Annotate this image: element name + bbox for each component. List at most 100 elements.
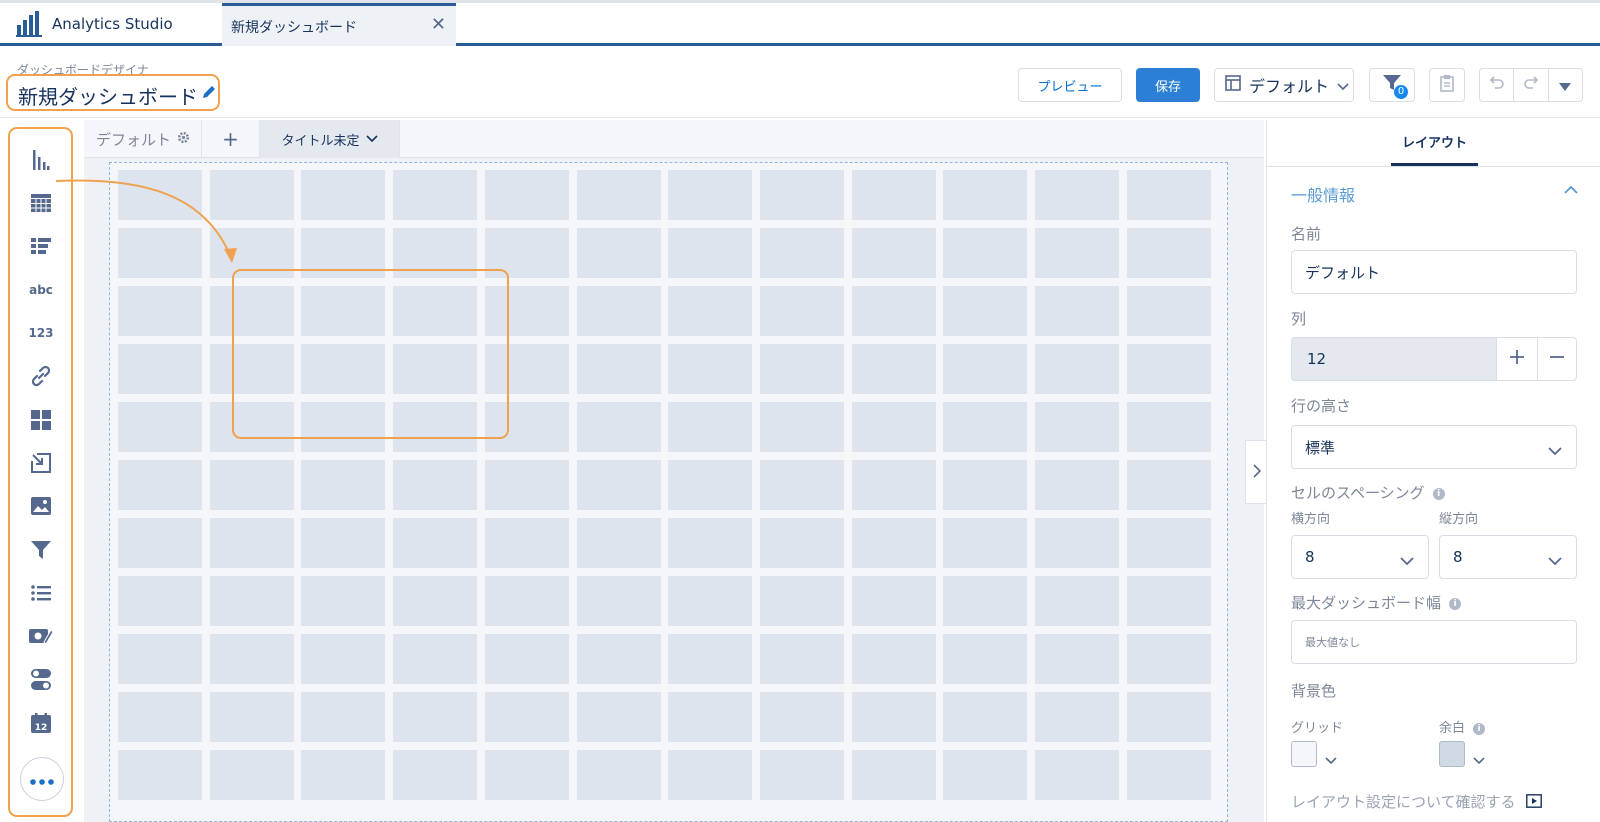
grid-cell[interactable] xyxy=(118,344,202,394)
grid-cell[interactable] xyxy=(1035,750,1119,800)
link-widget-icon[interactable] xyxy=(28,363,54,389)
grid-cell[interactable] xyxy=(576,750,661,800)
grid-cell[interactable] xyxy=(301,692,386,742)
grid-cell[interactable] xyxy=(1126,750,1211,800)
tab-new-dashboard[interactable]: 新規ダッシュボード ✕ xyxy=(222,3,456,46)
more-actions-button[interactable] xyxy=(1549,69,1582,101)
grid-cell[interactable] xyxy=(1126,170,1211,220)
tab-default-layout[interactable]: デフォルト xyxy=(84,120,202,158)
grid-cell[interactable] xyxy=(1126,692,1211,742)
text-widget-icon[interactable]: abc xyxy=(28,277,54,303)
grid-cell[interactable] xyxy=(209,634,294,684)
layout-help-link[interactable]: レイアウト設定について確認する xyxy=(1291,791,1543,812)
grid-cell[interactable] xyxy=(1035,692,1119,742)
info-icon[interactable]: i xyxy=(1432,487,1445,500)
grid-cell[interactable] xyxy=(851,402,936,452)
max-width-input[interactable]: 最大値なし xyxy=(1291,620,1577,664)
grid-cell[interactable] xyxy=(943,692,1028,742)
image-widget-icon[interactable] xyxy=(28,493,54,519)
grid-cell[interactable] xyxy=(576,692,661,742)
grid-cell[interactable] xyxy=(484,518,569,568)
list-selector-widget-icon[interactable] xyxy=(28,580,54,606)
grid-cell[interactable] xyxy=(668,228,753,278)
grid-cell[interactable] xyxy=(759,576,844,626)
grid-cell[interactable] xyxy=(393,576,478,626)
grid-cell[interactable] xyxy=(576,460,661,510)
grid-cell[interactable] xyxy=(393,460,478,510)
grid-cell[interactable] xyxy=(943,286,1028,336)
grid-cell[interactable] xyxy=(393,170,478,220)
chevron-up-icon[interactable] xyxy=(1564,180,1578,199)
grid-cell[interactable] xyxy=(943,170,1028,220)
grid-cell[interactable] xyxy=(851,518,936,568)
grid-cell[interactable] xyxy=(1035,344,1119,394)
info-icon[interactable]: i xyxy=(1449,597,1462,610)
grid-cell[interactable] xyxy=(301,576,386,626)
grid-cell[interactable] xyxy=(851,750,936,800)
grid-cell[interactable] xyxy=(209,518,294,568)
grid-cell[interactable] xyxy=(851,228,936,278)
grid-cell[interactable] xyxy=(1035,634,1119,684)
grid-cell[interactable] xyxy=(668,692,753,742)
grid-cell[interactable] xyxy=(118,750,202,800)
grid-cell[interactable] xyxy=(1126,344,1211,394)
grid-cell[interactable] xyxy=(759,286,844,336)
grid-cell[interactable] xyxy=(118,402,202,452)
grid-cell[interactable] xyxy=(668,170,753,220)
layout-select-button[interactable]: デフォルト xyxy=(1214,68,1354,102)
grid-cell[interactable] xyxy=(943,634,1028,684)
grid-cell[interactable] xyxy=(1126,402,1211,452)
grid-cell[interactable] xyxy=(759,750,844,800)
clipboard-button[interactable] xyxy=(1429,68,1465,102)
grid-color-swatch[interactable] xyxy=(1291,741,1317,767)
grid-cell[interactable] xyxy=(118,286,202,336)
container-widget-icon[interactable] xyxy=(28,407,54,433)
general-section-title[interactable]: 一般情報 xyxy=(1291,182,1355,206)
navigation-widget-icon[interactable] xyxy=(28,450,54,476)
grid-cell[interactable] xyxy=(851,286,936,336)
tab-layout[interactable]: レイアウト xyxy=(1391,120,1478,166)
grid-cell[interactable] xyxy=(1035,286,1119,336)
chevron-down-icon[interactable] xyxy=(1325,750,1337,769)
margin-color-swatch[interactable] xyxy=(1439,741,1465,767)
grid-cell[interactable] xyxy=(851,344,936,394)
grid-cell[interactable] xyxy=(484,692,569,742)
grid-cell[interactable] xyxy=(668,402,753,452)
grid-cell[interactable] xyxy=(943,750,1028,800)
grid-cell[interactable] xyxy=(576,170,661,220)
horizontal-spacing-select[interactable]: 8 xyxy=(1291,535,1429,579)
grid-cell[interactable] xyxy=(668,344,753,394)
filter-button[interactable]: 0 xyxy=(1369,68,1415,102)
grid-cell[interactable] xyxy=(943,344,1028,394)
grid-cell[interactable] xyxy=(759,228,844,278)
grid-cell[interactable] xyxy=(393,692,478,742)
grid-cell[interactable] xyxy=(759,692,844,742)
grid-cell[interactable] xyxy=(943,576,1028,626)
grid-cell[interactable] xyxy=(1035,518,1119,568)
redo-button[interactable] xyxy=(1514,69,1549,101)
grid-cell[interactable] xyxy=(301,170,386,220)
grid-cell[interactable] xyxy=(668,286,753,336)
grid-cell[interactable] xyxy=(1035,228,1119,278)
grid-cell[interactable] xyxy=(118,692,202,742)
grid-cell[interactable] xyxy=(209,692,294,742)
grid-cell[interactable] xyxy=(576,228,661,278)
grid-cell[interactable] xyxy=(1035,170,1119,220)
grid-cell[interactable] xyxy=(118,460,202,510)
grid-cell[interactable] xyxy=(484,576,569,626)
grid-cell[interactable] xyxy=(1035,576,1119,626)
grid-cell[interactable] xyxy=(576,344,661,394)
row-height-select[interactable]: 標準 xyxy=(1291,425,1577,469)
grid-cell[interactable] xyxy=(393,750,478,800)
more-widgets-button[interactable] xyxy=(20,757,64,801)
number-widget-icon[interactable]: 123 xyxy=(28,320,54,346)
grid-cell[interactable] xyxy=(576,286,661,336)
grid-cell[interactable] xyxy=(301,750,386,800)
dashboard-title[interactable]: 新規ダッシュボード xyxy=(18,81,198,110)
grid-cell[interactable] xyxy=(1126,576,1211,626)
vertical-spacing-select[interactable]: 8 xyxy=(1439,535,1577,579)
pencil-icon[interactable] xyxy=(201,84,217,100)
name-field[interactable]: デフォルト xyxy=(1291,250,1577,294)
calendar-widget-icon[interactable]: 12 xyxy=(28,710,54,736)
grid-cell[interactable] xyxy=(759,402,844,452)
